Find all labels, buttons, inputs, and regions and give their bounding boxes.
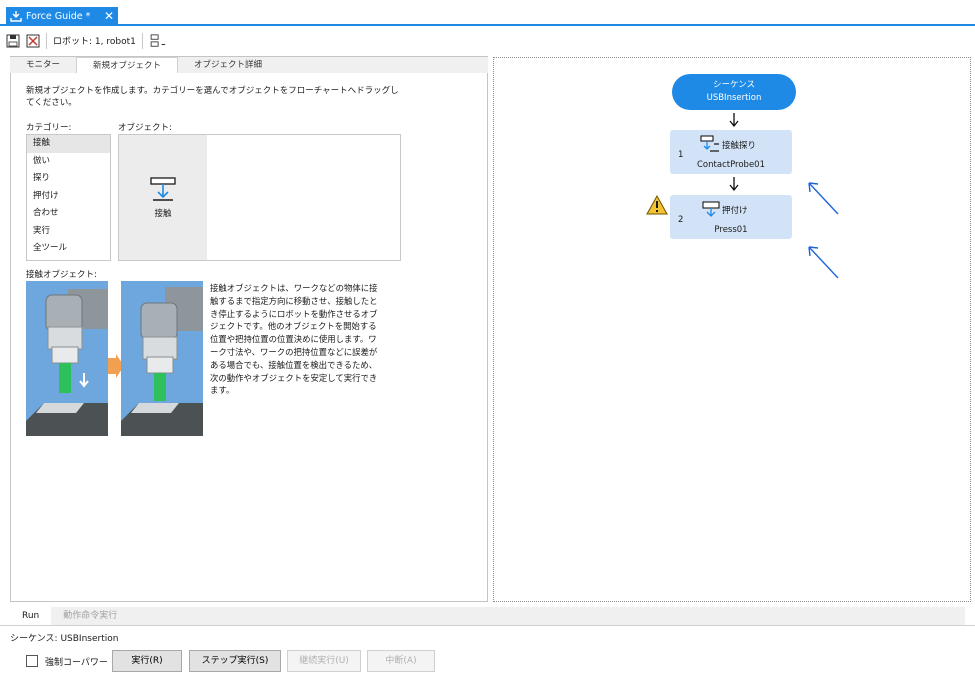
run-panel-tabs: Run 動作命令実行 xyxy=(10,607,965,625)
force-guide-icon xyxy=(10,10,22,22)
node-name: ContactProbe01 xyxy=(697,160,765,170)
object-label: オブジェクト: xyxy=(118,123,172,133)
category-item[interactable]: 合わせ xyxy=(27,205,110,223)
category-list: 接触 倣い 探り 押付け 合わせ 実行 全ツール xyxy=(26,134,111,261)
flow-arrow-icon xyxy=(729,177,739,191)
sequence-status: シーケンス: USBInsertion xyxy=(10,634,119,644)
tab-close-icon[interactable]: ✕ xyxy=(104,10,114,22)
robot-contact-illustration xyxy=(121,281,203,436)
object-palette: 接触 xyxy=(118,134,401,261)
sequence-node[interactable]: シーケンス USBInsertion xyxy=(672,74,796,110)
category-item[interactable]: 探り xyxy=(27,170,110,188)
toolbar-separator xyxy=(141,32,143,49)
layout-menu-icon[interactable] xyxy=(149,33,169,48)
left-pane-tabs: モニター 新規オブジェクト オブジェクト詳細 xyxy=(10,57,488,73)
toolbar-separator xyxy=(46,32,47,49)
flow-node-contact-probe[interactable]: 1 接触探り ContactProbe01 xyxy=(670,130,792,174)
contact-object-label: 接触 xyxy=(154,209,172,219)
sequence-node-name: USBInsertion xyxy=(706,93,762,103)
tab-monitor[interactable]: モニター xyxy=(10,57,76,73)
robot-arm-image xyxy=(121,281,203,436)
category-label: カテゴリー: xyxy=(26,123,72,133)
flow-arrow-icon xyxy=(729,113,739,127)
continue-button[interactable]: 継続実行(U) xyxy=(287,650,361,672)
robot-label: ロボット: 1, robot1 xyxy=(53,37,136,47)
warning-icon[interactable] xyxy=(646,195,668,215)
robot-approach-illustration xyxy=(26,281,108,436)
node-title: 接触探り xyxy=(722,141,757,151)
contact-object-description: 接触オブジェクトは、ワークなどの物体に接触するまで指定方向に移動させ、接触したと… xyxy=(210,283,378,396)
category-item[interactable]: 実行 xyxy=(27,223,110,241)
contact-probe-icon xyxy=(700,135,719,152)
annotation-arrow-icon xyxy=(808,182,839,215)
intro-text: 新規オブジェクトを作成します。カテゴリーを選んでオブジェクトをフローチャートへド… xyxy=(26,86,399,108)
save-icon[interactable] xyxy=(6,34,20,48)
abort-button[interactable]: 中断(A) xyxy=(367,650,435,672)
node-title: 押付け xyxy=(722,206,748,216)
node-name: Press01 xyxy=(714,225,748,235)
tab-run[interactable]: Run xyxy=(10,607,52,625)
press-icon xyxy=(702,201,720,217)
contact-section-label: 接触オブジェクト: xyxy=(26,270,97,280)
tab-title: Force Guide * xyxy=(26,10,91,22)
run-button[interactable]: 実行(R) xyxy=(112,650,182,672)
node-number: 1 xyxy=(678,150,684,160)
category-item[interactable]: 接触 xyxy=(27,135,110,153)
tab-strip-underline xyxy=(0,24,975,26)
tab-command-execute[interactable]: 動作命令実行 xyxy=(51,607,129,625)
category-item[interactable]: 全ツール xyxy=(27,240,110,258)
flow-node-press[interactable]: 2 押付け Press01 xyxy=(670,195,792,239)
step-run-button[interactable]: ステップ実行(S) xyxy=(189,650,281,672)
contact-object-icon xyxy=(150,177,176,201)
toolbar: ロボット: 1, robot1 xyxy=(0,27,975,54)
contact-object-tile[interactable]: 接触 xyxy=(119,135,207,260)
delete-icon[interactable] xyxy=(26,34,40,48)
force-power-checkbox[interactable] xyxy=(26,655,38,667)
document-tab-strip: Force Guide * ✕ xyxy=(0,0,975,26)
category-item[interactable]: 押付け xyxy=(27,188,110,206)
tab-new-object[interactable]: 新規オブジェクト xyxy=(76,57,179,73)
force-guide-tab[interactable]: Force Guide * ✕ xyxy=(6,7,118,25)
robot-arm-image xyxy=(26,281,108,436)
category-item[interactable]: 倣い xyxy=(27,153,110,171)
force-power-label: 強制コーパワー xyxy=(45,658,108,668)
divider xyxy=(0,625,975,626)
annotation-arrow-icon xyxy=(808,246,839,279)
sequence-node-label: シーケンス xyxy=(712,80,756,90)
tab-object-details[interactable]: オブジェクト詳細 xyxy=(178,57,278,73)
node-number: 2 xyxy=(678,215,684,225)
